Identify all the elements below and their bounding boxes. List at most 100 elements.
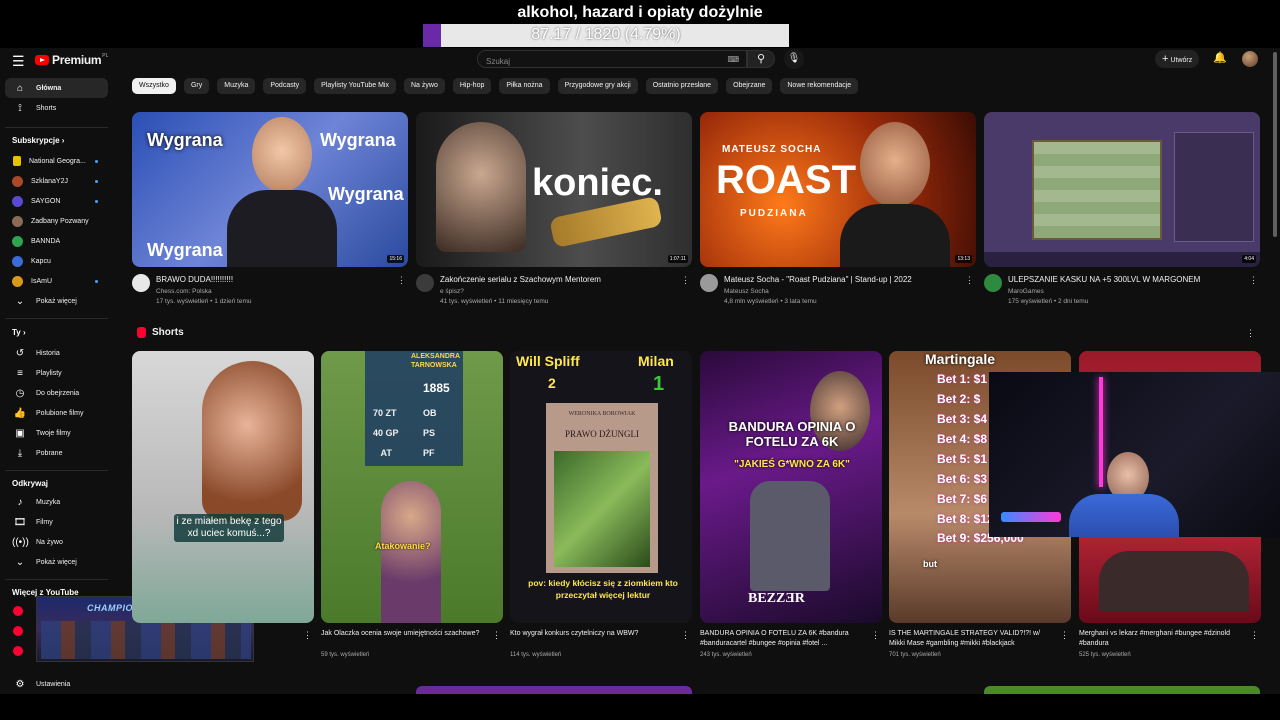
player-right-score: 1 bbox=[653, 373, 665, 395]
video-duration: 15:16 bbox=[387, 255, 404, 263]
sidebar-subscription[interactable]: National Geogra... bbox=[5, 151, 108, 171]
more-actions-icon[interactable]: ⋮ bbox=[492, 630, 501, 641]
subscriptions-header[interactable]: Subskrypcje › bbox=[12, 136, 64, 145]
short-heading: Martingale bbox=[925, 351, 996, 367]
youtube-play-icon bbox=[35, 55, 49, 65]
video-thumbnail[interactable]: MATEUSZ SOCHA ROAST PUDZIANA 13:13 bbox=[700, 112, 976, 267]
video-thumbnail[interactable]: Wygrana Wygrana Wygrana Wygrana 15:16 bbox=[132, 112, 408, 267]
more-actions-icon[interactable]: ⋮ bbox=[681, 630, 690, 641]
video-title[interactable]: BRAWO DUDA!!!!!!!!!! bbox=[156, 275, 396, 284]
short-title[interactable]: Jak Olaczka ocenia swoje umiejętności sz… bbox=[321, 629, 486, 639]
watch-later-icon: ◷ bbox=[15, 387, 25, 399]
chevron-down-icon: ⌄ bbox=[15, 556, 25, 568]
show-more-subscriptions[interactable]: ⌄ Pokaż więcej bbox=[5, 291, 108, 311]
more-actions-icon[interactable]: ⋮ bbox=[1246, 328, 1255, 339]
short-title[interactable]: BANDURA OPINIA O FOTELU ZA 6K #bandura #… bbox=[700, 629, 865, 649]
chip[interactable]: Podcasty bbox=[263, 78, 307, 94]
short-title[interactable]: Merghani vs lekarz #merghani #bungee #dz… bbox=[1079, 629, 1244, 649]
menu-icon[interactable]: ☰ bbox=[12, 53, 25, 70]
sidebar-item-shorts[interactable]: ⟟ Shorts bbox=[5, 98, 108, 118]
thumbnail-text: Wygrana bbox=[328, 184, 404, 204]
sidebar-subscription[interactable]: SAYGON bbox=[5, 191, 108, 211]
sidebar-item-label: Do obejrzenia bbox=[36, 389, 80, 397]
create-button[interactable]: + Utwórz bbox=[1155, 50, 1200, 68]
sidebar-item-watch-later[interactable]: ◷ Do obejrzenia bbox=[5, 383, 108, 403]
short-title[interactable]: IS THE MARTINGALE STRATEGY VALID?!?! w/ … bbox=[889, 629, 1054, 649]
short-thumbnail[interactable]: ALEKSANDRA TARNOWSKA 1885 70 ZT 40 GP AT … bbox=[321, 351, 503, 623]
sidebar-item-liked[interactable]: 👍 Polubione filmy bbox=[5, 403, 108, 423]
sidebar-item-music[interactable]: ♪ Muzyka bbox=[5, 492, 108, 512]
chip[interactable]: Piłka nożna bbox=[499, 78, 550, 94]
chip[interactable]: Muzyka bbox=[217, 78, 256, 94]
channel-avatar[interactable] bbox=[984, 274, 1002, 292]
video-title[interactable]: Mateusz Socha - "Roast Pudziana" | Stand… bbox=[724, 275, 964, 284]
video-title[interactable]: Zakończenie serialu z Szachowym Mentorem bbox=[440, 275, 680, 284]
scrollbar[interactable] bbox=[1273, 52, 1277, 237]
notifications-bell-icon[interactable]: 🔔 bbox=[1213, 51, 1227, 64]
more-actions-icon[interactable]: ⋮ bbox=[681, 275, 690, 286]
chip[interactable]: Na żywo bbox=[404, 78, 445, 94]
more-actions-icon[interactable]: ⋮ bbox=[965, 275, 974, 286]
video-thumbnail[interactable]: 4:04 bbox=[984, 112, 1260, 267]
webcam-overlay bbox=[989, 372, 1280, 537]
video-thumbnail[interactable]: koniec. 1:07:11 bbox=[416, 112, 692, 267]
account-avatar[interactable] bbox=[1242, 51, 1258, 67]
subscriptions-header-label: Subskrypcje bbox=[12, 136, 60, 145]
chip[interactable]: Przygodowe gry akcji bbox=[557, 78, 638, 94]
chip[interactable]: Hip-hop bbox=[452, 78, 492, 94]
chip[interactable]: Ostatnio przesłane bbox=[645, 78, 719, 94]
sidebar-subscription[interactable]: Kapcu bbox=[5, 251, 108, 271]
youtube-music-icon[interactable] bbox=[13, 626, 23, 636]
chip[interactable]: Nowe rekomendacje bbox=[780, 78, 859, 94]
search-input[interactable] bbox=[478, 53, 718, 70]
show-more-explore[interactable]: ⌄ Pokaż więcej bbox=[5, 552, 108, 572]
keyboard-icon[interactable]: ⌨ bbox=[727, 55, 739, 64]
short-thumbnail[interactable]: i ze miałem bekę z tego xd uciec komuś..… bbox=[132, 351, 314, 623]
sidebar-subscription[interactable]: BANNDA bbox=[5, 231, 108, 251]
chip[interactable]: Obejrzane bbox=[726, 78, 773, 94]
short-title[interactable]: Kto wygrał konkurs czytelniczy na WBW? bbox=[510, 629, 675, 639]
more-actions-icon[interactable]: ⋮ bbox=[397, 275, 406, 286]
sidebar-subscription[interactable]: SzklanaY2J bbox=[5, 171, 108, 191]
sidebar-item-label: Historia bbox=[36, 349, 60, 357]
sidebar-item-downloads[interactable]: ⤓ Pobrane bbox=[5, 443, 108, 463]
sidebar-item-home[interactable]: ⌂ Główna bbox=[5, 78, 108, 98]
channel-avatar[interactable] bbox=[416, 274, 434, 292]
chip[interactable]: Gry bbox=[183, 78, 210, 94]
sidebar-item-settings[interactable]: ⚙ Ustawienia bbox=[5, 674, 108, 694]
sidebar-item-label: Muzyka bbox=[36, 498, 61, 506]
face-shape bbox=[860, 122, 930, 207]
channel-name[interactable]: Mateusz Socha bbox=[724, 288, 769, 295]
short-thumbnail[interactable]: BANDURA OPINIA O FOTELU ZA 6K "JAKIEŚ G*… bbox=[700, 351, 882, 623]
video-title[interactable]: ULEPSZANIE KASKU NA +5 300LVL W MARGONEM bbox=[1008, 275, 1248, 284]
youtube-premium-icon[interactable] bbox=[13, 606, 23, 616]
youtube-logo[interactable]: Premium PL bbox=[35, 53, 108, 67]
sidebar-item-films[interactable]: 🎞 Filmy bbox=[5, 512, 108, 532]
sidebar-item-history[interactable]: ↺ Historia bbox=[5, 343, 108, 363]
channel-name[interactable]: Chess.com: Polska bbox=[156, 288, 212, 295]
you-header[interactable]: Ty › bbox=[12, 328, 26, 337]
voice-search-button[interactable]: 🎙 bbox=[784, 49, 804, 69]
channel-name[interactable]: MaroGames bbox=[1008, 288, 1044, 295]
channel-avatar[interactable] bbox=[132, 274, 150, 292]
more-actions-icon[interactable]: ⋮ bbox=[1060, 630, 1069, 641]
short-thumbnail[interactable]: Will Spliff Milan 2 1 WERONIKA BOROWIAK … bbox=[510, 351, 692, 623]
sidebar-item-your-videos[interactable]: ▣ Twoje filmy bbox=[5, 423, 108, 443]
more-actions-icon[interactable]: ⋮ bbox=[871, 630, 880, 641]
more-actions-icon[interactable]: ⋮ bbox=[1249, 275, 1258, 286]
chip-all[interactable]: Wszystko bbox=[132, 78, 176, 94]
sidebar-subscription[interactable]: Zadbany Pozwany bbox=[5, 211, 108, 231]
more-actions-icon[interactable]: ⋮ bbox=[1250, 630, 1259, 641]
search-button[interactable]: ⚲ bbox=[747, 50, 775, 68]
youtube-kids-icon[interactable] bbox=[13, 646, 23, 656]
video-duration: 13:13 bbox=[955, 255, 972, 263]
channel-name[interactable]: e śpisz? bbox=[440, 288, 464, 295]
sidebar-item-label: Na żywo bbox=[36, 538, 63, 546]
sidebar-item-live[interactable]: ((•)) Na żywo bbox=[5, 532, 108, 552]
sidebar-subscription[interactable]: IsAmU bbox=[5, 271, 108, 291]
channel-avatar[interactable] bbox=[700, 274, 718, 292]
person-shape bbox=[436, 122, 526, 252]
chip[interactable]: Playlisty YouTube Mix bbox=[314, 78, 396, 94]
more-actions-icon[interactable]: ⋮ bbox=[303, 630, 312, 641]
sidebar-item-playlists[interactable]: ≡ Playlisty bbox=[5, 363, 108, 383]
